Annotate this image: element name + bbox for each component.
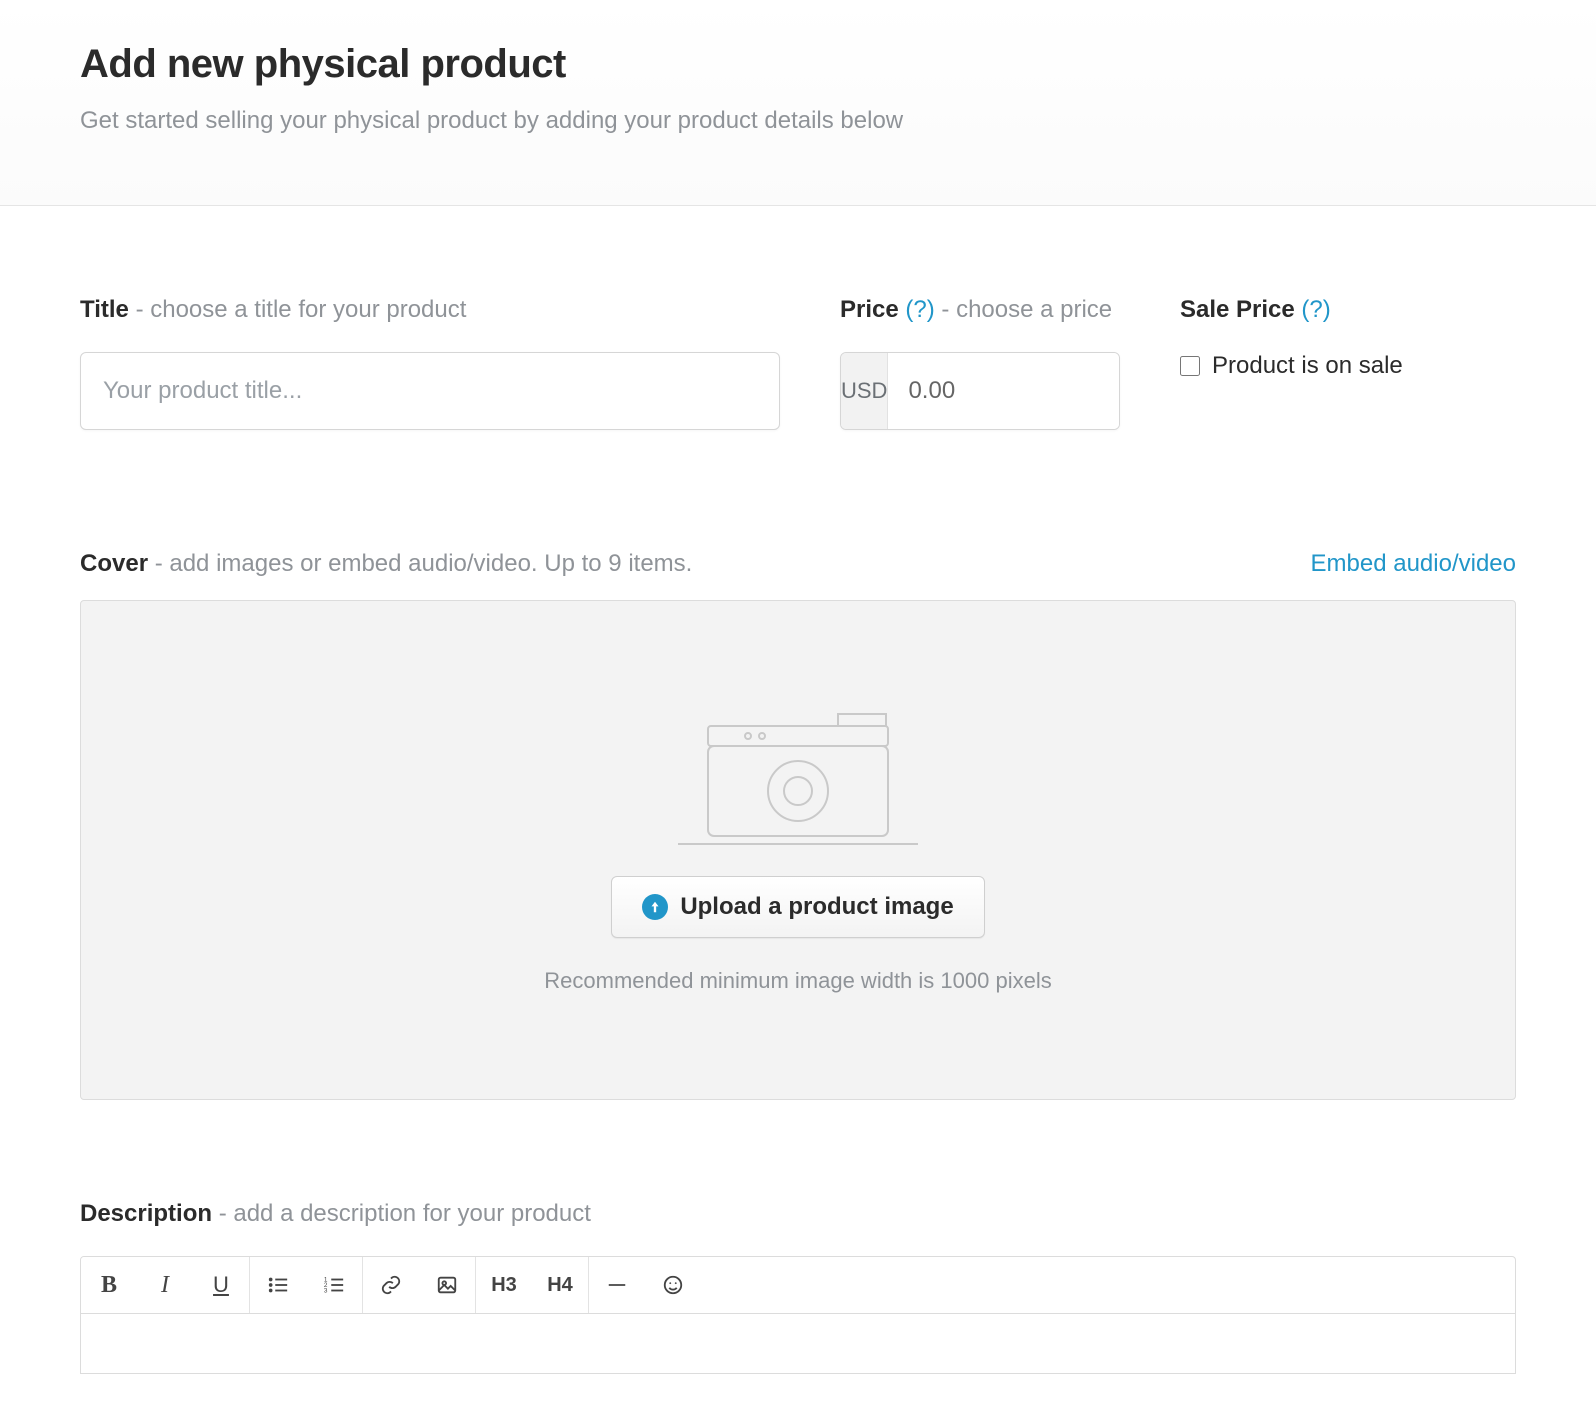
bullet-list-button[interactable] [250,1257,306,1313]
numbered-list-icon: 123 [323,1274,345,1296]
price-col: Price (?) - choose a price USD [840,296,1120,430]
cover-head: Cover - add images or embed audio/video.… [80,550,1516,578]
hr-icon [606,1274,628,1296]
editor-toolbar: B I U 123 H3 [80,1256,1516,1314]
page-title: Add new physical product [80,42,1516,87]
tb-group-media [363,1257,476,1313]
price-input-wrap: USD [840,352,1120,430]
description-label: Description - add a description for your… [80,1200,1516,1228]
tb-group-text: B I U [81,1257,250,1313]
sale-label-bold: Sale Price [1180,296,1295,323]
link-icon [380,1274,402,1296]
description-editor[interactable] [80,1314,1516,1374]
numbered-list-button[interactable]: 123 [306,1257,362,1313]
title-input[interactable] [80,352,780,430]
sale-checkbox-row: Product is on sale [1180,352,1480,380]
upload-image-button[interactable]: Upload a product image [611,876,984,938]
h3-button[interactable]: H3 [476,1257,532,1313]
sale-label: Sale Price (?) [1180,296,1480,324]
italic-button[interactable]: I [137,1257,193,1313]
sale-checkbox-label: Product is on sale [1212,352,1403,380]
bullet-list-icon [267,1274,289,1296]
sale-col: Sale Price (?) Product is on sale [1180,296,1480,430]
bold-button[interactable]: B [81,1257,137,1313]
currency-label: USD [841,353,888,429]
emoji-button[interactable] [645,1257,701,1313]
description-label-rest: - add a description for your product [212,1200,591,1227]
cover-label-rest: - add images or embed audio/video. Up to… [148,550,692,577]
image-button[interactable] [419,1257,475,1313]
camera-icon [678,706,918,846]
hr-button[interactable] [589,1257,645,1313]
image-icon [436,1274,458,1296]
title-label-rest: - choose a title for your product [129,296,467,323]
cover-label-bold: Cover [80,550,148,577]
cover-recommendation: Recommended minimum image width is 1000 … [544,968,1051,994]
link-button[interactable] [363,1257,419,1313]
cover-section: Cover - add images or embed audio/video.… [80,550,1516,1100]
row-title-price: Title - choose a title for your product … [80,296,1516,430]
title-label-bold: Title [80,296,129,323]
embed-audio-video-link[interactable]: Embed audio/video [1311,550,1516,578]
tb-group-misc [589,1257,701,1313]
title-label: Title - choose a title for your product [80,296,780,324]
price-label-bold: Price [840,296,899,323]
price-label: Price (?) - choose a price [840,296,1120,324]
emoji-icon [662,1274,684,1296]
upload-button-label: Upload a product image [680,893,953,921]
page-header: Add new physical product Get started sel… [0,0,1596,206]
price-label-rest: - choose a price [935,296,1112,323]
price-input[interactable] [888,353,1120,429]
h4-button[interactable]: H4 [532,1257,588,1313]
underline-button[interactable]: U [193,1257,249,1313]
tb-group-headings: H3 H4 [476,1257,589,1313]
cover-label: Cover - add images or embed audio/video.… [80,550,692,578]
title-col: Title - choose a title for your product [80,296,780,430]
product-form: Title - choose a title for your product … [0,206,1596,1414]
cover-dropzone[interactable]: Upload a product image Recommended minim… [80,600,1516,1100]
page-subtitle: Get started selling your physical produc… [80,107,1516,135]
svg-text:3: 3 [324,1287,328,1294]
tb-group-lists: 123 [250,1257,363,1313]
sale-help-icon[interactable]: (?) [1301,296,1330,323]
sale-checkbox[interactable] [1180,356,1200,376]
description-label-bold: Description [80,1200,212,1227]
upload-arrow-icon [642,894,668,920]
description-section: Description - add a description for your… [80,1200,1516,1374]
price-help-icon[interactable]: (?) [905,296,934,323]
